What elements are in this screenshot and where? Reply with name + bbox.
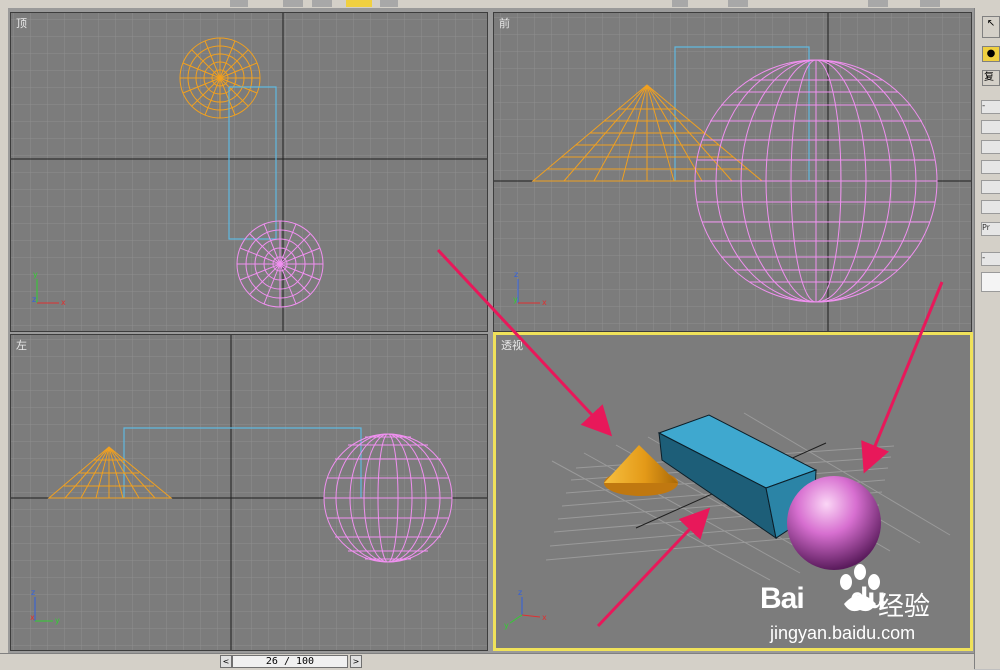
baidu-logo-text: Bai	[760, 582, 805, 615]
svg-text:y: y	[513, 295, 518, 304]
viewport-front[interactable]: z x y 前	[493, 12, 972, 332]
toolbar-button[interactable]	[380, 0, 398, 7]
rollout-collapse-icon[interactable]: -	[981, 100, 1000, 114]
color-swatch[interactable]	[981, 272, 1000, 292]
toolbar-button[interactable]	[312, 0, 332, 7]
sphere-create-icon[interactable]: ●	[982, 46, 1000, 62]
time-slider-bar: < 26 / 100 >	[0, 653, 974, 670]
viewport-top[interactable]: y x z 顶	[10, 12, 488, 332]
panel-field[interactable]	[981, 140, 1000, 154]
sphere-wireframe-top	[236, 220, 324, 308]
baidu-watermark: Bai du 经验 jingyan.baidu.com	[760, 560, 980, 650]
panel-field[interactable]	[981, 160, 1000, 174]
preset-button[interactable]: Pr	[981, 222, 1000, 236]
viewport-label-top: 顶	[16, 17, 27, 30]
frame-counter[interactable]: 26 / 100	[232, 655, 348, 668]
svg-text:x: x	[542, 613, 547, 622]
toolbar-button[interactable]	[920, 0, 940, 7]
toolbar-button[interactable]	[672, 0, 688, 7]
toolbar-button[interactable]	[283, 0, 303, 7]
cone-wireframe-top	[179, 37, 261, 119]
toolbar-button[interactable]	[868, 0, 888, 7]
select-tool-button[interactable]	[346, 0, 372, 7]
front-viewport-canvas: z x y	[494, 13, 971, 331]
sphere-shaded	[787, 476, 881, 570]
panel-field[interactable]	[981, 200, 1000, 214]
panel-field[interactable]	[981, 180, 1000, 194]
toolbar-button[interactable]	[728, 0, 748, 7]
watermark-title: 经验	[878, 592, 931, 622]
left-viewport-canvas: z y x	[11, 335, 487, 650]
svg-text:x: x	[30, 613, 35, 622]
svg-text:x: x	[542, 298, 547, 307]
axis-tripod-perspective: z x y	[504, 588, 547, 630]
svg-text:z: z	[518, 588, 522, 597]
chevron-left-icon[interactable]: <	[220, 655, 232, 668]
chevron-right-icon[interactable]: >	[350, 655, 362, 668]
rollout-collapse-icon[interactable]: -	[981, 252, 1000, 266]
viewport-label-left: 左	[16, 339, 27, 352]
top-viewport-canvas: y x z	[11, 13, 487, 331]
svg-text:y: y	[504, 621, 509, 630]
viewport-label-perspective: 透视	[501, 339, 523, 352]
svg-text:y: y	[55, 616, 60, 625]
viewport-area: y x z 顶 z x y 前 z y x 左 z x y 透视	[8, 8, 974, 653]
select-cursor-icon[interactable]: ↖	[982, 16, 1000, 38]
svg-text:z: z	[514, 270, 518, 279]
toolbar-button[interactable]	[230, 0, 248, 7]
panel-field[interactable]	[981, 120, 1000, 134]
svg-text:z: z	[31, 588, 35, 597]
viewport-label-front: 前	[499, 17, 510, 30]
watermark-url: jingyan.baidu.com	[770, 623, 916, 643]
svg-text:z: z	[32, 295, 36, 304]
svg-text:y: y	[33, 270, 38, 279]
copy-button[interactable]: 复	[982, 70, 1000, 86]
viewport-left[interactable]: z y x 左	[10, 334, 488, 651]
svg-text:x: x	[61, 298, 66, 307]
